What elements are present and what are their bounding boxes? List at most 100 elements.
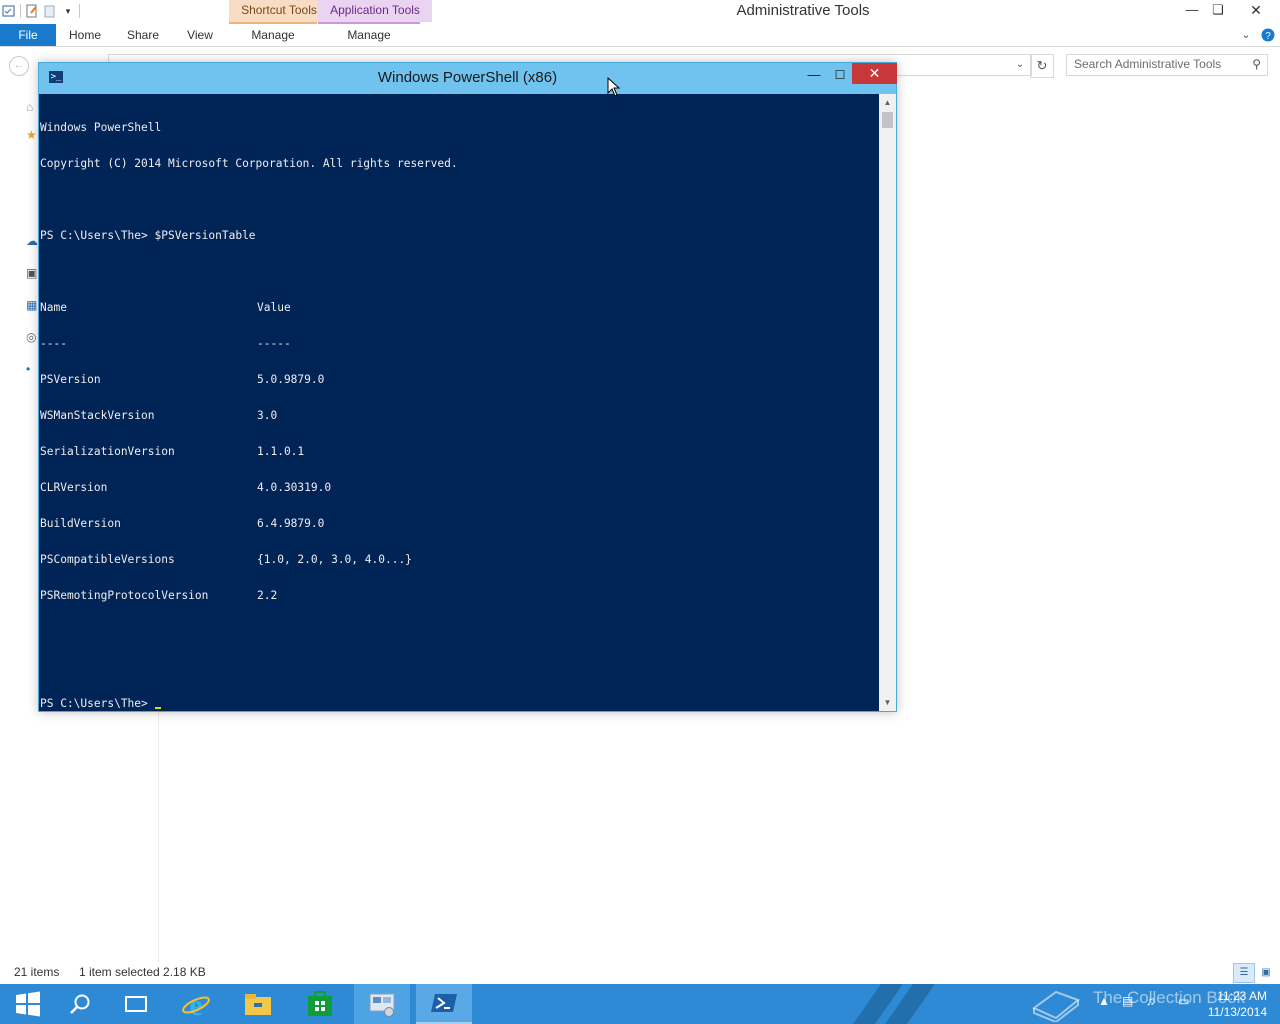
restore-button[interactable]: ❏	[1204, 0, 1232, 22]
powershell-taskbar-button[interactable]	[416, 984, 472, 1024]
tab-file[interactable]: File	[0, 24, 56, 46]
table-divider-name: ----	[40, 337, 67, 350]
folder-icon	[245, 994, 271, 1015]
row-value: 3.0	[257, 409, 278, 422]
powershell-maximize-button[interactable]: ☐	[829, 65, 851, 85]
powershell-close-button[interactable]: ✕	[852, 63, 897, 84]
table-row: WSManStackVersion 3.0	[40, 410, 879, 422]
start-button[interactable]	[0, 984, 56, 1024]
administrative-tools-icon	[369, 993, 395, 1017]
close-button[interactable]: ✕	[1242, 0, 1270, 22]
file-explorer-button[interactable]	[230, 984, 286, 1024]
context-tab-shortcut-tools: Shortcut Tools	[229, 0, 329, 22]
qat-customize-icon[interactable]: ▾	[61, 4, 75, 18]
console-prompt-line[interactable]: PS C:\Users\The>	[40, 698, 879, 710]
svg-text:e: e	[189, 989, 202, 1019]
table-row: PSCompatibleVersions {1.0, 2.0, 3.0, 4.0…	[40, 554, 879, 566]
internet-explorer-button[interactable]: e	[168, 984, 224, 1024]
search-box: ⚲	[1066, 54, 1268, 76]
svg-text:?: ?	[1265, 31, 1271, 42]
action-center-icon[interactable]: ▭	[1178, 994, 1189, 1008]
powershell-console[interactable]: Windows PowerShell Copyright (C) 2014 Mi…	[39, 94, 879, 711]
search-taskbar-button[interactable]	[52, 984, 108, 1024]
taskbar: e The Collection Book ▲ ▤ ♫ ▭ 11:23 AM 1…	[0, 984, 1280, 1024]
search-icon	[70, 994, 90, 1014]
context-tab-application-tools: Application Tools	[318, 0, 432, 22]
row-name: WSManStackVersion	[40, 409, 155, 422]
table-header-row: Name Value	[40, 302, 879, 314]
scroll-up-icon[interactable]: ▲	[879, 94, 896, 111]
network-tray-icon[interactable]: ▤	[1122, 994, 1133, 1008]
mouse-pointer-icon	[607, 77, 621, 97]
powershell-titlebar[interactable]: >_ Windows PowerShell (x86) — ☐ ✕	[39, 63, 897, 94]
new-document-icon[interactable]	[25, 4, 39, 18]
collection-book-logo-icon	[1032, 990, 1080, 1022]
tab-home[interactable]: Home	[62, 24, 108, 46]
console-output: Windows PowerShell Copyright (C) 2014 Mi…	[39, 94, 879, 711]
details-view-icon[interactable]: ☰	[1233, 963, 1255, 983]
row-name: PSRemotingProtocolVersion	[40, 589, 209, 602]
explorer-titlebar: ▾ Shortcut Tools Application Tools Admin…	[0, 0, 1280, 22]
window-title: Administrative Tools	[736, 2, 870, 19]
taskbar-clock[interactable]: 11:23 AM 11/13/2014	[1205, 988, 1267, 1020]
powershell-minimize-button[interactable]: —	[803, 65, 825, 85]
row-value: 4.0.30319.0	[257, 481, 332, 494]
table-row: PSRemotingProtocolVersion 2.2	[40, 590, 879, 602]
minimize-button[interactable]: —	[1178, 0, 1206, 22]
address-dropdown-icon[interactable]: ⌄	[1010, 54, 1030, 76]
console-copyright-line: Copyright (C) 2014 Microsoft Corporation…	[40, 157, 458, 170]
refresh-icon[interactable]: ↻	[1030, 54, 1054, 78]
new-folder-icon[interactable]	[43, 4, 57, 18]
row-value: 5.0.9879.0	[257, 373, 325, 386]
tab-manage-shortcut[interactable]: Manage	[229, 24, 317, 46]
table-divider-value: -----	[257, 337, 291, 350]
internet-explorer-icon: e	[182, 989, 210, 1019]
row-value: 6.4.9879.0	[257, 517, 325, 530]
status-bar: 21 items 1 item selected 2.18 KB ☰ ▣	[0, 962, 1280, 984]
help-icon[interactable]: ?	[1260, 24, 1276, 46]
task-view-button[interactable]	[108, 984, 164, 1024]
console-command-line: PS C:\Users\The> $PSVersionTable	[40, 229, 256, 242]
qat-divider	[79, 4, 80, 18]
console-scrollbar[interactable]: ▲ ▼	[879, 94, 896, 711]
properties-icon[interactable]	[2, 4, 16, 18]
back-arrow-icon[interactable]: ←	[9, 56, 29, 76]
text-cursor	[154, 707, 161, 709]
tab-view[interactable]: View	[178, 24, 222, 46]
scrollbar-thumb[interactable]	[882, 112, 893, 128]
table-row: PSVersion 5.0.9879.0	[40, 374, 879, 386]
row-value: 1.1.0.1	[257, 445, 305, 458]
expand-ribbon-icon[interactable]: ⌄	[1236, 24, 1256, 46]
store-button[interactable]	[292, 984, 348, 1024]
volume-icon[interactable]: ♫	[1146, 994, 1155, 1008]
scroll-down-icon[interactable]: ▼	[879, 694, 896, 711]
console-prompt: PS C:\Users\The>	[40, 697, 148, 710]
powershell-icon	[431, 994, 457, 1012]
table-header-name: Name	[40, 301, 67, 314]
item-count: 21 items	[14, 965, 60, 979]
table-divider-row: ---- -----	[40, 338, 879, 350]
table-row: CLRVersion 4.0.30319.0	[40, 482, 879, 494]
powershell-title: Windows PowerShell (x86)	[377, 69, 558, 86]
show-hidden-icons-icon[interactable]: ▲	[1098, 994, 1110, 1008]
search-icon[interactable]: ⚲	[1252, 57, 1261, 71]
selection-info: 1 item selected 2.18 KB	[79, 965, 206, 979]
tab-share[interactable]: Share	[120, 24, 166, 46]
row-value: {1.0, 2.0, 3.0, 4.0...}	[257, 553, 412, 566]
task-view-icon	[125, 996, 147, 1012]
clock-date: 11/13/2014	[1207, 1005, 1267, 1019]
row-value: 2.2	[257, 589, 278, 602]
clock-time: 11:23 AM	[1217, 989, 1267, 1003]
row-name: PSVersion	[40, 373, 101, 386]
tab-manage-application[interactable]: Manage	[318, 24, 420, 46]
large-icons-view-icon[interactable]: ▣	[1255, 963, 1277, 983]
administrative-tools-button[interactable]	[354, 984, 410, 1024]
table-row: BuildVersion 6.4.9879.0	[40, 518, 879, 530]
windows-logo-icon	[16, 991, 40, 1017]
ribbon-tabs: File Home Share View Manage Manage ⌄ ?	[0, 24, 1280, 47]
table-row: SerializationVersion 1.1.0.1	[40, 446, 879, 458]
row-name: SerializationVersion	[40, 445, 175, 458]
search-input[interactable]	[1067, 55, 1244, 73]
console-banner-line: Windows PowerShell	[40, 121, 162, 134]
row-name: PSCompatibleVersions	[40, 553, 175, 566]
